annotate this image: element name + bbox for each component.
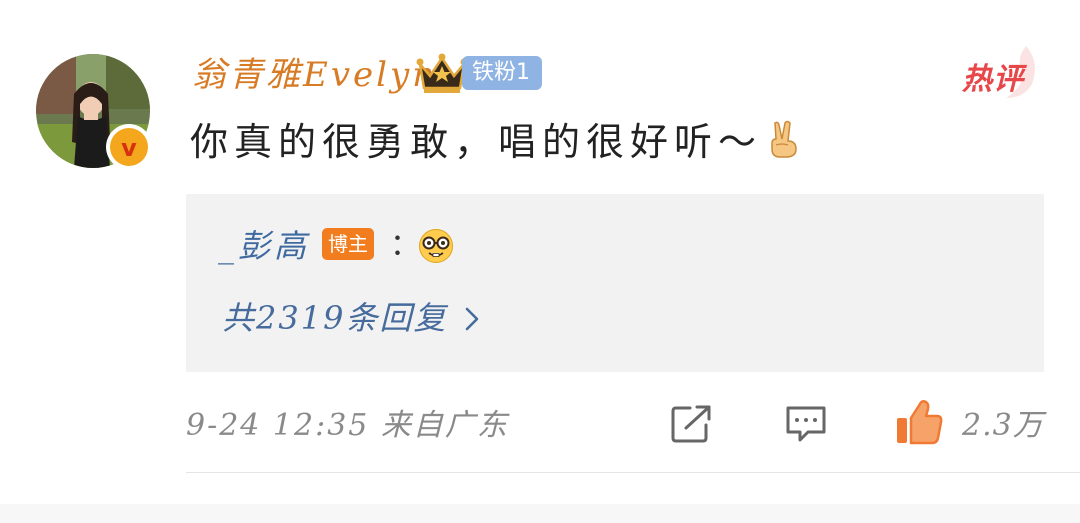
chevron-right-icon[interactable]: [462, 304, 482, 334]
victory-hand-icon: [771, 120, 797, 158]
weibo-comment-card: v 翁青雅Evelyn 铁粉1 热评 你真的很勇敢，唱的很好听～ _彭高 博主 …: [0, 0, 1080, 523]
share-icon[interactable]: [670, 404, 714, 444]
reply-preview[interactable]: _彭高 博主 ： 共2319条回复: [186, 194, 1044, 372]
nerd-face-emoji: [419, 229, 453, 263]
reply-author[interactable]: _彭高: [218, 224, 310, 268]
next-item-edge: [0, 504, 1080, 523]
comment-text: 你真的很勇敢，唱的很好听～: [190, 120, 763, 164]
thumbs-up-icon[interactable]: [894, 398, 944, 446]
comment-timestamp: 9-24 12:35 来自广东: [186, 408, 509, 443]
comment-body: 你真的很勇敢，唱的很好听～: [190, 114, 800, 170]
comment-icon[interactable]: [784, 404, 828, 444]
hot-comment-tag: 热评: [962, 46, 1042, 98]
divider: [186, 472, 1080, 473]
blogger-badge: 博主: [322, 228, 374, 260]
view-all-replies-link[interactable]: 共2319条回复: [222, 296, 447, 340]
like-count: 2.3万: [962, 408, 1044, 443]
reply-colon: ：: [390, 228, 420, 263]
crown-icon: [416, 53, 468, 93]
verified-badge: v: [106, 124, 152, 170]
fan-level-badge: 铁粉1: [462, 56, 542, 90]
hot-tag-label: 热评: [962, 62, 1024, 97]
comment-username[interactable]: 翁青雅Evelyn: [192, 52, 437, 98]
